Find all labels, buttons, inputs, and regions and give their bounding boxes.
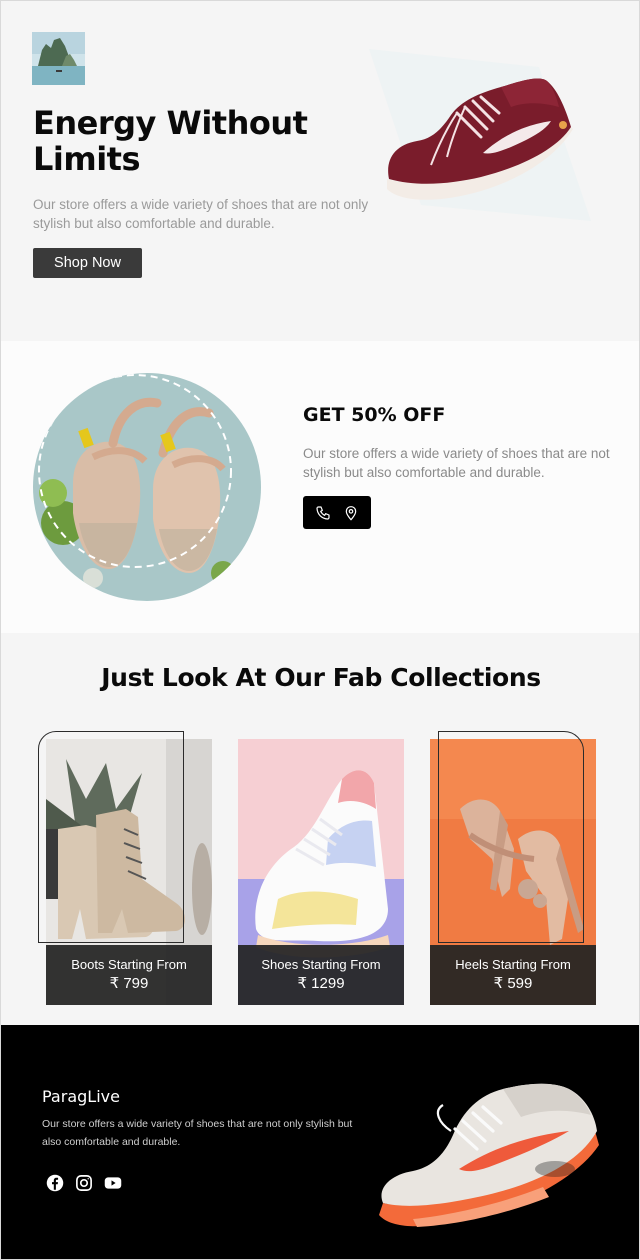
collection-price: ₹ 799: [109, 975, 149, 992]
footer-sneaker-image: [373, 1065, 613, 1235]
page: Energy Without Limits Our store offers a…: [0, 0, 640, 1260]
offer-section: GET 50% OFF Our store offers a wide vari…: [1, 341, 639, 633]
phone-icon[interactable]: [314, 504, 332, 522]
collection-label: Boots Starting From: [71, 957, 187, 972]
collection-label: Heels Starting From: [455, 957, 571, 972]
hero-description: Our store offers a wide variety of shoes…: [33, 197, 369, 231]
collection-caption: Boots Starting From ₹ 799: [46, 945, 212, 1005]
brand-name: ParagLive: [42, 1087, 120, 1106]
collection-label: Shoes Starting From: [261, 957, 381, 972]
collections-section: Just Look At Our Fab Collections Boots S…: [1, 633, 639, 1025]
hero-section: Energy Without Limits Our store offers a…: [1, 1, 639, 341]
collection-caption: Shoes Starting From ₹ 1299: [238, 945, 404, 1005]
collection-caption: Heels Starting From ₹ 599: [430, 945, 596, 1005]
location-pin-icon[interactable]: [342, 504, 360, 522]
social-links: [45, 1173, 123, 1193]
collection-price: ₹ 599: [493, 975, 533, 992]
hero-sneaker-image: [361, 41, 601, 231]
landscape-thumbnail-image: [32, 32, 85, 85]
footer-description: Our store offers a wide variety of shoes…: [42, 1118, 353, 1148]
footer: ParagLive Our store offers a wide variet…: [1, 1025, 639, 1259]
sandals-photo: [33, 373, 261, 601]
collection-card-boots[interactable]: Boots Starting From ₹ 799: [46, 739, 212, 1005]
facebook-icon[interactable]: [45, 1173, 65, 1193]
collection-card-shoes[interactable]: Shoes Starting From ₹ 1299: [238, 739, 404, 1005]
contact-actions: [303, 496, 371, 529]
collection-card-heels[interactable]: Heels Starting From ₹ 599: [430, 739, 596, 1005]
youtube-icon[interactable]: [103, 1173, 123, 1193]
offer-description: Our store offers a wide variety of shoes…: [303, 446, 610, 480]
instagram-icon[interactable]: [74, 1173, 94, 1193]
collections-title: Just Look At Our Fab Collections: [101, 663, 541, 692]
shop-now-button[interactable]: Shop Now: [33, 248, 142, 278]
offer-title: GET 50% OFF: [303, 404, 446, 426]
collection-price: ₹ 1299: [297, 975, 345, 992]
hero-title: Energy Without Limits: [33, 104, 308, 178]
